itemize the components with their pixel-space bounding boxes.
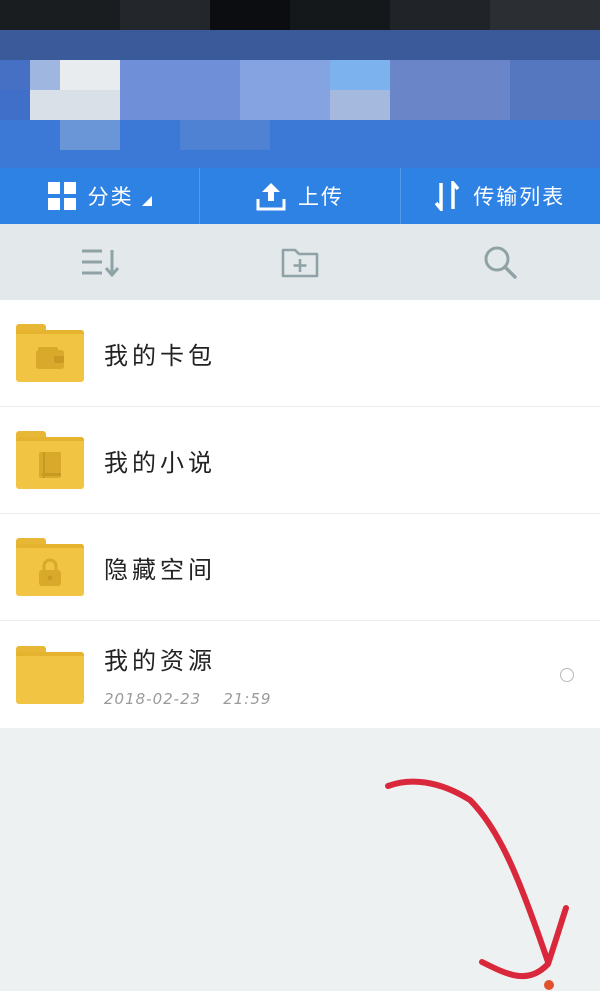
folder-icon <box>16 324 84 382</box>
folder-name: 我的资源 <box>104 647 216 675</box>
folder-icon <box>16 431 84 489</box>
category-button[interactable]: 分类 <box>0 168 199 224</box>
sort-button[interactable] <box>70 232 130 292</box>
book-icon <box>39 451 61 478</box>
lock-icon <box>39 558 61 586</box>
transfer-icon <box>435 181 460 211</box>
list-item[interactable]: 我的小说 <box>0 407 600 514</box>
list-item[interactable]: 我的卡包 <box>0 300 600 407</box>
select-radio[interactable] <box>560 667 574 682</box>
action-bar: 分类 上传 传输列表 <box>0 168 600 224</box>
transfer-list-label: 传输列表 <box>473 185 566 209</box>
list-item[interactable]: 隐藏空间 <box>0 514 600 621</box>
new-folder-icon <box>281 248 319 278</box>
folder-time: 21:59 <box>223 690 272 708</box>
transfer-list-button[interactable]: 传输列表 <box>399 168 600 224</box>
upload-button[interactable]: 上传 <box>199 168 399 224</box>
category-label: 分类 <box>87 185 134 209</box>
search-icon <box>484 246 517 279</box>
file-list: 我的卡包 我的小说 隐藏空间 我的资源 2018-02-23 21:59 <box>0 300 600 728</box>
folder-name: 我的卡包 <box>104 341 216 370</box>
folder-icon <box>16 538 84 596</box>
sort-icon <box>82 249 120 277</box>
dropdown-caret-icon <box>141 196 152 206</box>
list-item[interactable]: 我的资源 2018-02-23 21:59 <box>0 621 600 728</box>
folder-name: 隐藏空间 <box>104 555 216 584</box>
folder-icon <box>16 645 84 704</box>
upload-label: 上传 <box>297 185 344 209</box>
upload-icon <box>256 183 286 211</box>
account-header-pixelated <box>0 30 600 170</box>
folder-date: 2018-02-23 <box>104 690 202 708</box>
folder-modified-time: 2018-02-23 21:59 <box>104 690 271 708</box>
wallet-icon <box>36 346 64 369</box>
search-button[interactable] <box>470 232 530 292</box>
folder-name: 我的小说 <box>104 448 216 477</box>
file-toolbar <box>0 224 600 300</box>
status-bar <box>0 0 600 30</box>
grid-icon <box>47 182 76 210</box>
new-folder-button[interactable] <box>270 232 330 292</box>
